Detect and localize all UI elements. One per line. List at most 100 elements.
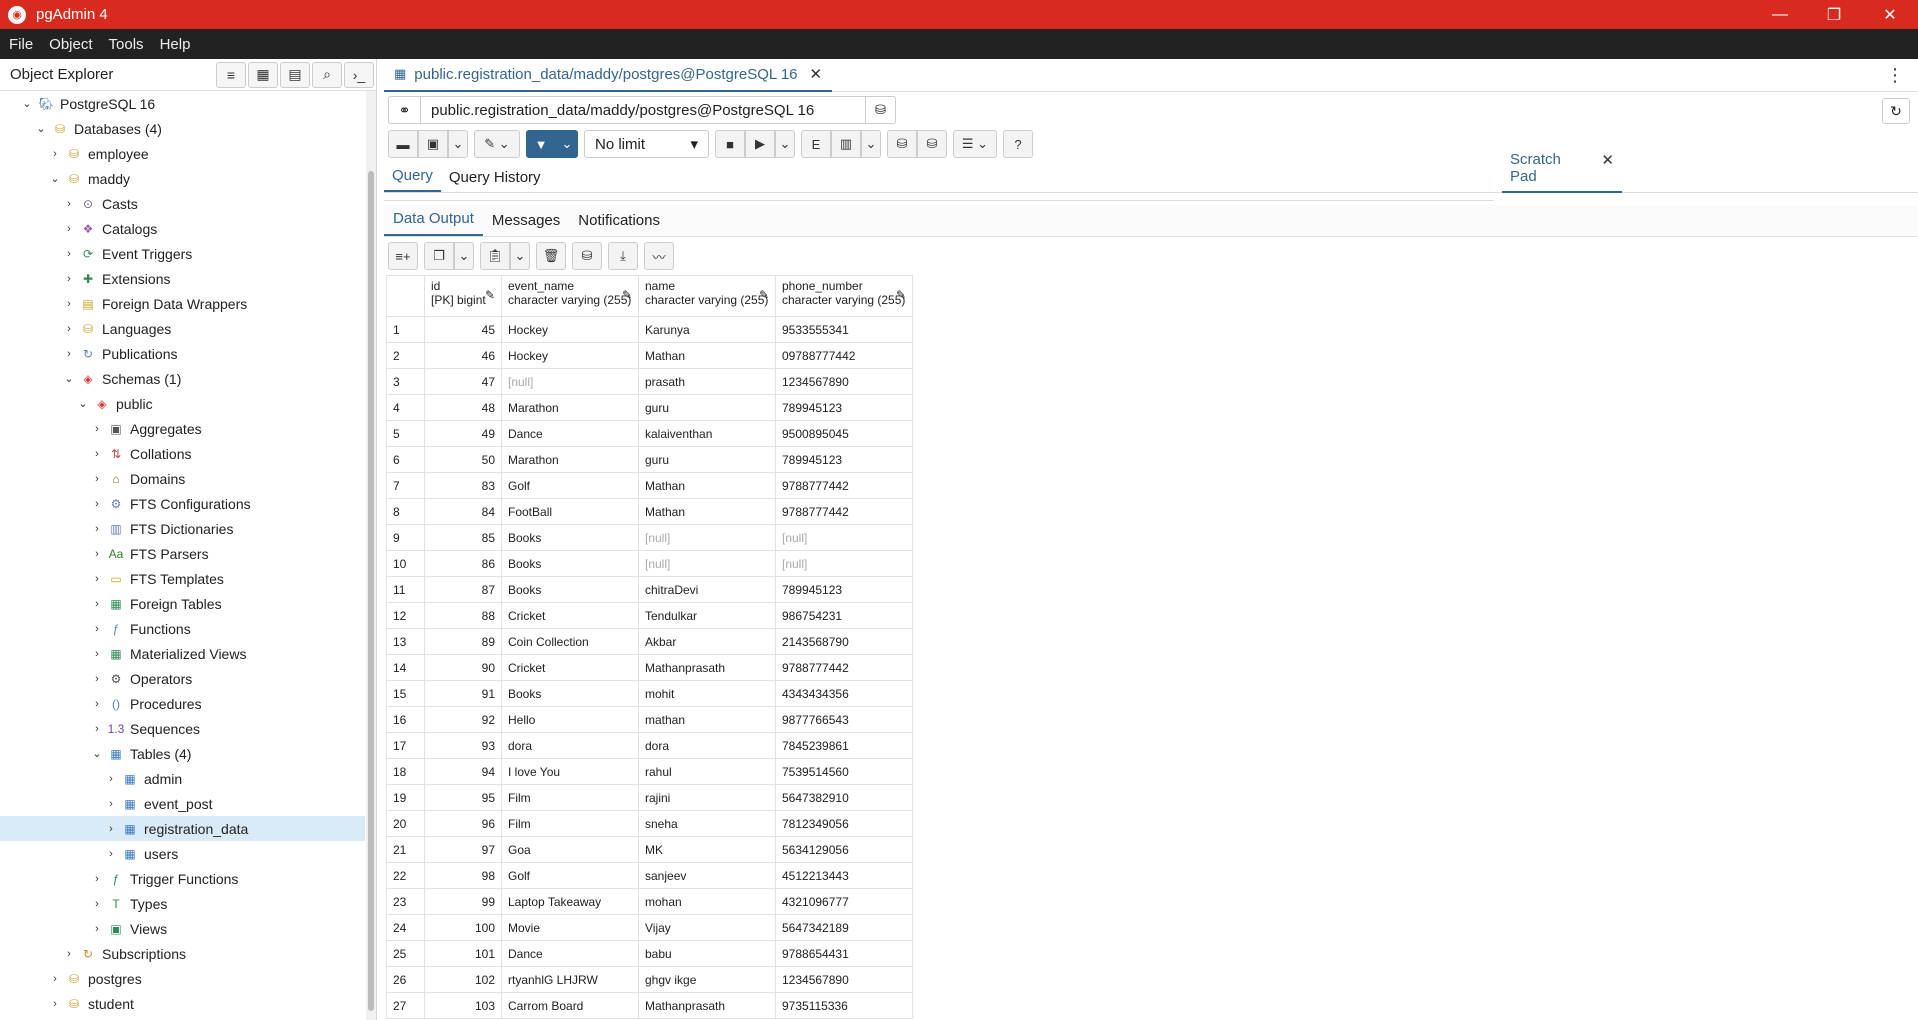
cell-id[interactable]: 103 <box>424 992 502 1019</box>
chevron-right-icon[interactable]: › <box>90 473 104 485</box>
cell-name[interactable]: kalaiventhan <box>638 420 776 447</box>
tree-item-operators[interactable]: › ⚙ Operators <box>0 666 365 691</box>
tree-item-publications[interactable]: › ↻ Publications <box>0 341 365 366</box>
tree-scrollbar[interactable] <box>366 91 376 1020</box>
table-row[interactable]: 25 101 Dance babu 9788654431 <box>386 940 913 967</box>
row-number[interactable]: 11 <box>386 576 425 603</box>
cell-phone-number[interactable]: [null] <box>775 550 913 577</box>
chevron-right-icon[interactable]: › <box>62 323 76 335</box>
chevron-right-icon[interactable]: › <box>90 423 104 435</box>
cell-phone-number[interactable]: 789945123 <box>775 394 913 421</box>
row-number[interactable]: 5 <box>386 420 425 447</box>
cell-phone-number[interactable]: [null] <box>775 524 913 551</box>
cell-phone-number[interactable]: 986754231 <box>775 602 913 629</box>
cell-phone-number[interactable]: 9788777442 <box>775 654 913 681</box>
cell-id[interactable]: 101 <box>424 940 502 967</box>
tree-item-functions[interactable]: › ƒ Functions <box>0 616 365 641</box>
cell-event-name[interactable]: Cricket <box>501 602 639 629</box>
chevron-right-icon[interactable]: › <box>90 573 104 585</box>
chevron-down-icon[interactable]: ⌄ <box>90 747 104 760</box>
view-data-icon[interactable]: ▦ <box>248 61 278 88</box>
column-header-event-name[interactable]: event_name character varying (255) ✎ <box>501 275 639 317</box>
tree-item-admin[interactable]: › ▦ admin <box>0 766 365 791</box>
cell-phone-number[interactable]: 5647342189 <box>775 914 913 941</box>
cell-name[interactable]: babu <box>638 940 776 967</box>
row-number[interactable]: 24 <box>386 914 425 941</box>
tree-item-fts-parsers[interactable]: › Aa FTS Parsers <box>0 541 365 566</box>
execute-icon[interactable]: ▶ <box>745 130 775 158</box>
cell-phone-number[interactable]: 789945123 <box>775 576 913 603</box>
cell-id[interactable]: 88 <box>424 602 502 629</box>
table-row[interactable]: 4 48 Marathon guru 789945123 <box>386 394 913 421</box>
tree-item-types[interactable]: › T Types <box>0 891 365 916</box>
close-tab-icon[interactable]: ✕ <box>810 65 823 83</box>
tab-notifications[interactable]: Notifications <box>569 212 669 236</box>
cell-phone-number[interactable]: 7812349056 <box>775 810 913 837</box>
row-number-header[interactable] <box>386 275 425 317</box>
chevron-right-icon[interactable]: › <box>90 923 104 935</box>
cell-phone-number[interactable]: 4512213443 <box>775 862 913 889</box>
cell-event-name[interactable]: Books <box>501 576 639 603</box>
tree-item-registration-data[interactable]: › ▦ registration_data <box>0 816 365 841</box>
chevron-right-icon[interactable]: › <box>90 723 104 735</box>
cell-name[interactable]: sanjeev <box>638 862 776 889</box>
chevron-right-icon[interactable]: › <box>62 948 76 960</box>
tree-item-catalogs[interactable]: › ❖ Catalogs <box>0 216 365 241</box>
table-row[interactable]: 15 91 Books mohit 4343434356 <box>386 680 913 707</box>
tree-item-extensions[interactable]: › ✚ Extensions <box>0 266 365 291</box>
cell-event-name[interactable]: Goa <box>501 836 639 863</box>
filtered-rows-icon[interactable]: ▤ <box>280 61 310 88</box>
save-dropdown-icon[interactable]: ⌄ <box>448 130 468 158</box>
copy-icon[interactable]: ❐ <box>424 242 454 270</box>
cell-id[interactable]: 97 <box>424 836 502 863</box>
cell-phone-number[interactable]: 9533555341 <box>775 316 913 343</box>
cell-id[interactable]: 46 <box>424 342 502 369</box>
cell-name[interactable]: dora <box>638 732 776 759</box>
cell-name[interactable]: Tendulkar <box>638 602 776 629</box>
cell-event-name[interactable]: [null] <box>501 368 639 395</box>
row-number[interactable]: 27 <box>386 992 425 1019</box>
row-number[interactable]: 19 <box>386 784 425 811</box>
tree-item-employee[interactable]: › ⛁ employee <box>0 141 365 166</box>
cell-id[interactable]: 50 <box>424 446 502 473</box>
cell-name[interactable]: Akbar <box>638 628 776 655</box>
cell-id[interactable]: 99 <box>424 888 502 915</box>
connection-selector[interactable]: ⚭ public.registration_data/maddy/postgre… <box>388 96 896 124</box>
more-options-icon[interactable]: ⋮ <box>1886 65 1904 86</box>
row-number[interactable]: 18 <box>386 758 425 785</box>
tab-data-output[interactable]: Data Output <box>384 210 483 236</box>
chevron-right-icon[interactable]: › <box>90 523 104 535</box>
tree-item-subscriptions[interactable]: › ↻ Subscriptions <box>0 941 365 966</box>
tree-item-casts[interactable]: › ⊙ Casts <box>0 191 365 216</box>
tab-query[interactable]: Query <box>384 167 441 192</box>
chevron-right-icon[interactable]: › <box>48 973 62 985</box>
explain-analyze-icon[interactable]: ▥ <box>831 130 861 158</box>
table-row[interactable]: 19 95 Film rajini 5647382910 <box>386 784 913 811</box>
row-number[interactable]: 22 <box>386 862 425 889</box>
menu-file[interactable]: File <box>9 36 33 53</box>
table-row[interactable]: 7 83 Golf Mathan 9788777442 <box>386 472 913 499</box>
cell-event-name[interactable]: Golf <box>501 472 639 499</box>
tree-item-sequences[interactable]: › 1.3 Sequences <box>0 716 365 741</box>
row-number[interactable]: 3 <box>386 368 425 395</box>
cell-event-name[interactable]: FootBall <box>501 498 639 525</box>
row-number[interactable]: 17 <box>386 732 425 759</box>
chevron-right-icon[interactable]: › <box>104 848 118 860</box>
explain-icon[interactable]: E <box>801 130 831 158</box>
table-row[interactable]: 9 85 Books [null] [null] <box>386 524 913 551</box>
cell-id[interactable]: 100 <box>424 914 502 941</box>
tree-item-trigger-functions[interactable]: › ƒ Trigger Functions <box>0 866 365 891</box>
macros-dropdown-icon[interactable]: ☰ ⌄ <box>953 130 997 158</box>
save-file-icon[interactable]: ▣ <box>418 130 448 158</box>
chevron-down-icon[interactable]: ⌄ <box>20 97 34 110</box>
cell-event-name[interactable]: Carrom Board <box>501 992 639 1019</box>
cell-phone-number[interactable]: 9788654431 <box>775 940 913 967</box>
cell-name[interactable]: Vijay <box>638 914 776 941</box>
table-row[interactable]: 11 87 Books chitraDevi 789945123 <box>386 576 913 603</box>
cell-id[interactable]: 91 <box>424 680 502 707</box>
cell-name[interactable]: Mathanprasath <box>638 654 776 681</box>
chevron-right-icon[interactable]: › <box>104 798 118 810</box>
tree-item-maddy[interactable]: ⌄ ⛁ maddy <box>0 166 365 191</box>
cell-name[interactable]: guru <box>638 394 776 421</box>
tree-item-fts-dictionaries[interactable]: › ▥ FTS Dictionaries <box>0 516 365 541</box>
